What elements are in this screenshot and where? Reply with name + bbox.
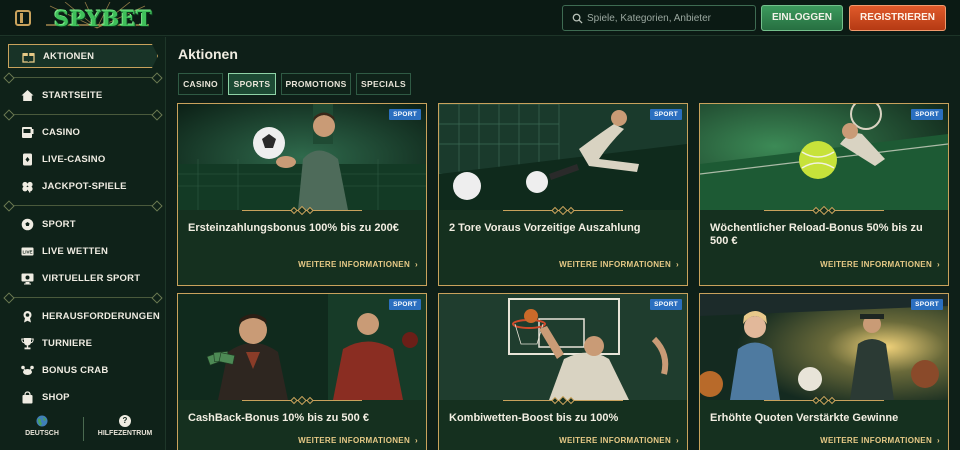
search-input[interactable] bbox=[587, 6, 753, 30]
sidebar: AKTIONEN STARTSEITE CASINO LIVE-CASINO J… bbox=[0, 37, 166, 450]
sidebar-item-aktionen[interactable]: AKTIONEN bbox=[8, 44, 158, 68]
search-icon bbox=[572, 13, 583, 24]
promo-card[interactable]: SPORT Ersteinzahlungsbonus 100% bis zu 2… bbox=[177, 103, 427, 286]
sidebar-item-label: CASINO bbox=[42, 126, 81, 138]
chevron-right-icon: › bbox=[676, 436, 679, 445]
help-center-link[interactable]: ? HILFEZENTRUM bbox=[95, 415, 155, 437]
sidebar-item-virtueller-sport[interactable]: VIRTUELLER SPORT bbox=[8, 266, 158, 290]
chevron-right-icon: › bbox=[937, 260, 940, 269]
chevron-right-icon: › bbox=[676, 260, 679, 269]
slot-machine-icon bbox=[21, 126, 34, 139]
promo-title: Wöchentlicher Reload-Bonus 50% bis zu 50… bbox=[710, 222, 923, 247]
ornament-divider-icon bbox=[764, 206, 884, 215]
search-box[interactable] bbox=[562, 5, 756, 31]
card-icon bbox=[21, 153, 34, 166]
divider bbox=[8, 297, 158, 298]
shopping-bag-icon bbox=[21, 390, 34, 404]
ornament-divider-icon bbox=[503, 206, 623, 215]
sidebar-item-label: HERAUSFORDERUNGEN bbox=[42, 310, 160, 322]
category-badge: SPORT bbox=[911, 109, 943, 120]
sidebar-item-startseite[interactable]: STARTSEITE bbox=[8, 83, 158, 107]
sidebar-item-label: VIRTUELLER SPORT bbox=[42, 272, 141, 284]
top-header: SPYBET EINLOGGEN REGISTRIEREN bbox=[0, 0, 960, 36]
category-badge: SPORT bbox=[389, 299, 421, 310]
category-badge: SPORT bbox=[911, 299, 943, 310]
promo-card[interactable]: SPORT 2 Tore Voraus Vorzeitige Auszahlun… bbox=[438, 103, 688, 286]
live-icon: LIVE bbox=[21, 245, 34, 258]
page-title: Aktionen bbox=[178, 46, 238, 62]
tab-specials[interactable]: SPECIALS bbox=[356, 73, 411, 95]
sidebar-item-label: AKTIONEN bbox=[43, 50, 95, 62]
sidebar-item-casino[interactable]: CASINO bbox=[8, 120, 158, 144]
sidebar-item-herausforderungen[interactable]: HERAUSFORDERUNGEN bbox=[8, 304, 160, 328]
chevron-right-icon: › bbox=[415, 436, 418, 445]
divider bbox=[8, 77, 158, 78]
sidebar-item-turniere[interactable]: TURNIERE bbox=[8, 331, 158, 355]
category-badge: SPORT bbox=[650, 299, 682, 310]
sidebar-item-jackpot-spiele[interactable]: JACKPOT-SPIELE bbox=[8, 174, 158, 198]
promo-card[interactable]: SPORT Erhöhte Quoten Verstärkte Gewinne … bbox=[699, 293, 949, 450]
register-button[interactable]: REGISTRIEREN bbox=[849, 5, 946, 31]
promo-card[interactable]: SPORT Kombiwetten-Boost bis zu 100% WEIT… bbox=[438, 293, 688, 450]
tab-casino[interactable]: CASINO bbox=[178, 73, 223, 95]
sidebar-toggle-icon[interactable] bbox=[15, 10, 31, 26]
language-selector[interactable]: DEUTSCH bbox=[12, 415, 72, 437]
more-info-link[interactable]: WEITERE INFORMATIONEN › bbox=[820, 260, 940, 269]
ornament-divider-icon bbox=[503, 396, 623, 405]
gift-icon bbox=[22, 50, 35, 63]
login-button[interactable]: EINLOGGEN bbox=[761, 5, 843, 31]
soccer-ball-icon bbox=[21, 218, 34, 231]
ornament-divider-icon bbox=[242, 396, 362, 405]
sidebar-item-label: SHOP bbox=[42, 391, 70, 403]
help-center-label: HILFEZENTRUM bbox=[97, 430, 153, 437]
sidebar-item-live-casino[interactable]: LIVE-CASINO bbox=[8, 147, 158, 171]
promo-title: Ersteinzahlungsbonus 100% bis zu 200€ bbox=[188, 222, 399, 234]
sidebar-item-label: SPORT bbox=[42, 218, 76, 230]
promo-card[interactable]: SPORT Wöchentlicher Reload-Bonus 50% bis… bbox=[699, 103, 949, 286]
ornament-divider-icon bbox=[764, 396, 884, 405]
promo-title: 2 Tore Voraus Vorzeitige Auszahlung bbox=[449, 222, 641, 234]
sidebar-item-label: STARTSEITE bbox=[42, 89, 103, 101]
promo-title: CashBack-Bonus 10% bis zu 500 € bbox=[188, 412, 369, 424]
divider bbox=[8, 114, 158, 115]
sidebar-item-label: LIVE WETTEN bbox=[42, 245, 109, 257]
tab-promotions[interactable]: PROMOTIONS bbox=[281, 73, 351, 95]
sidebar-item-shop[interactable]: SHOP bbox=[8, 385, 158, 409]
more-info-link[interactable]: WEITERE INFORMATIONEN › bbox=[559, 260, 679, 269]
promo-title: Kombiwetten-Boost bis zu 100% bbox=[449, 412, 619, 424]
ornament-divider-icon bbox=[242, 206, 362, 215]
crab-icon bbox=[21, 364, 34, 377]
logo[interactable]: SPYBET bbox=[40, 2, 155, 34]
more-info-link[interactable]: WEITERE INFORMATIONEN › bbox=[298, 436, 418, 445]
footer-divider bbox=[83, 417, 84, 441]
medal-icon bbox=[21, 310, 34, 323]
sidebar-item-label: LIVE-CASINO bbox=[42, 153, 106, 165]
category-badge: SPORT bbox=[650, 109, 682, 120]
chevron-right-icon: › bbox=[937, 436, 940, 445]
help-icon: ? bbox=[119, 415, 131, 427]
home-icon bbox=[21, 89, 34, 102]
sidebar-item-live-wetten[interactable]: LIVE LIVE WETTEN bbox=[8, 239, 158, 263]
globe-icon bbox=[36, 415, 48, 427]
promo-card[interactable]: SPORT CashBack-Bonus 10% bis zu 500 € WE… bbox=[177, 293, 427, 450]
more-info-link[interactable]: WEITERE INFORMATIONEN › bbox=[298, 260, 418, 269]
category-badge: SPORT bbox=[389, 109, 421, 120]
more-info-link[interactable]: WEITERE INFORMATIONEN › bbox=[820, 436, 940, 445]
language-label: DEUTSCH bbox=[25, 430, 59, 437]
clover-icon bbox=[21, 180, 34, 193]
sidebar-item-label: BONUS CRAB bbox=[42, 364, 109, 376]
tab-sports[interactable]: SPORTS bbox=[228, 73, 276, 95]
sidebar-item-label: JACKPOT-SPIELE bbox=[42, 180, 127, 192]
divider bbox=[8, 205, 158, 206]
promo-title: Erhöhte Quoten Verstärkte Gewinne bbox=[710, 412, 899, 424]
monitor-icon bbox=[21, 272, 34, 285]
sidebar-item-bonus-crab[interactable]: BONUS CRAB bbox=[8, 358, 158, 382]
more-info-link[interactable]: WEITERE INFORMATIONEN › bbox=[559, 436, 679, 445]
logo-text: SPYBET bbox=[54, 6, 153, 31]
svg-text:LIVE: LIVE bbox=[22, 249, 32, 254]
sidebar-item-sport[interactable]: SPORT bbox=[8, 212, 158, 236]
sidebar-item-label: TURNIERE bbox=[42, 337, 93, 349]
chevron-right-icon: › bbox=[415, 260, 418, 269]
trophy-icon bbox=[21, 337, 34, 350]
